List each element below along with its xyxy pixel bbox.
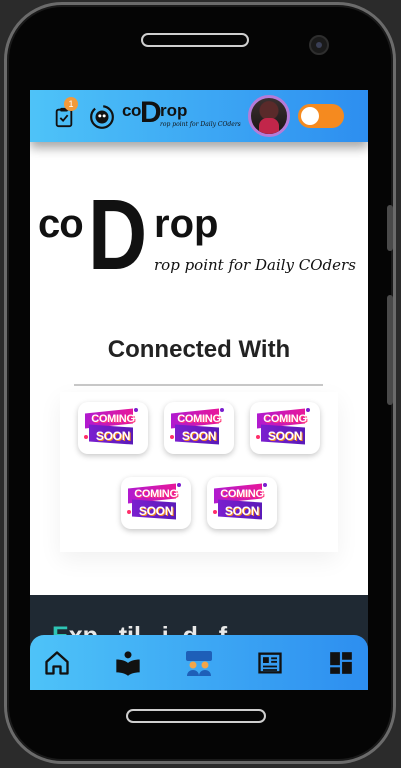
toggle-knob xyxy=(301,107,319,125)
coming-label: COMING xyxy=(134,488,178,500)
coming-label: COMING xyxy=(220,488,264,500)
confetti-dot xyxy=(220,408,224,412)
soon-label: SOON xyxy=(95,429,131,443)
logo-d-letter: D xyxy=(88,179,148,291)
dashboard-icon xyxy=(330,652,352,674)
nav-home[interactable] xyxy=(42,648,72,678)
partner-card[interactable]: COMING SOON xyxy=(78,402,148,454)
coming-label: COMING xyxy=(91,413,135,425)
logo-d-letter: D xyxy=(140,96,162,129)
nav-learn[interactable] xyxy=(113,648,143,678)
theme-toggle[interactable] xyxy=(298,104,344,128)
codrop-hero-logo: co D rop rop point for Daily COders xyxy=(38,179,358,291)
nav-news[interactable] xyxy=(255,648,285,678)
soon-label: SOON xyxy=(267,429,303,443)
soon-label: SOON xyxy=(181,429,217,443)
logo-co-text: co xyxy=(38,202,84,246)
power-button xyxy=(387,295,393,405)
bottom-navigation xyxy=(30,635,368,690)
coming-label: COMING xyxy=(177,413,221,425)
newspaper-icon xyxy=(258,652,282,674)
book-reader-icon xyxy=(116,651,140,676)
logo-tagline: rop point for Daily COders xyxy=(154,256,356,274)
confetti-dot xyxy=(306,408,310,412)
nav-community[interactable] xyxy=(184,648,214,678)
github-button[interactable] xyxy=(88,103,116,131)
partner-card[interactable]: COMING SOON xyxy=(121,477,191,529)
heading-divider xyxy=(74,384,323,386)
user-avatar[interactable] xyxy=(248,95,290,137)
top-app-bar: 1 co D rop rop point for Daily COders xyxy=(30,90,368,142)
earpiece-speaker xyxy=(141,33,249,47)
group-icon xyxy=(186,651,212,676)
soon-label: SOON xyxy=(224,504,260,518)
home-icon xyxy=(45,651,69,675)
confetti-dot xyxy=(263,483,267,487)
soon-label: SOON xyxy=(138,504,174,518)
partner-card[interactable]: COMING SOON xyxy=(207,477,277,529)
logo-rop-text: rop xyxy=(154,202,219,246)
logo-rop-text: rop xyxy=(160,101,188,120)
home-indicator xyxy=(126,709,266,723)
logo-tagline: rop point for Daily COders xyxy=(160,121,241,128)
connected-heading: Connected With xyxy=(107,336,291,363)
github-icon xyxy=(90,105,114,129)
partner-card[interactable]: COMING SOON xyxy=(250,402,320,454)
app-screen: co D rop rop point for Daily COders Conn… xyxy=(30,90,368,690)
coming-label: COMING xyxy=(263,413,307,425)
front-camera xyxy=(309,35,329,55)
tasks-badge: 1 xyxy=(64,97,78,111)
confetti-dot xyxy=(177,483,181,487)
logo-co-text: co xyxy=(122,101,141,120)
volume-button xyxy=(387,205,393,251)
confetti-dot xyxy=(134,408,138,412)
partner-grid: COMING SOON COMING SOON COMING SOON COMI… xyxy=(60,392,338,552)
partner-card[interactable]: COMING SOON xyxy=(164,402,234,454)
nav-dashboard[interactable] xyxy=(326,648,356,678)
